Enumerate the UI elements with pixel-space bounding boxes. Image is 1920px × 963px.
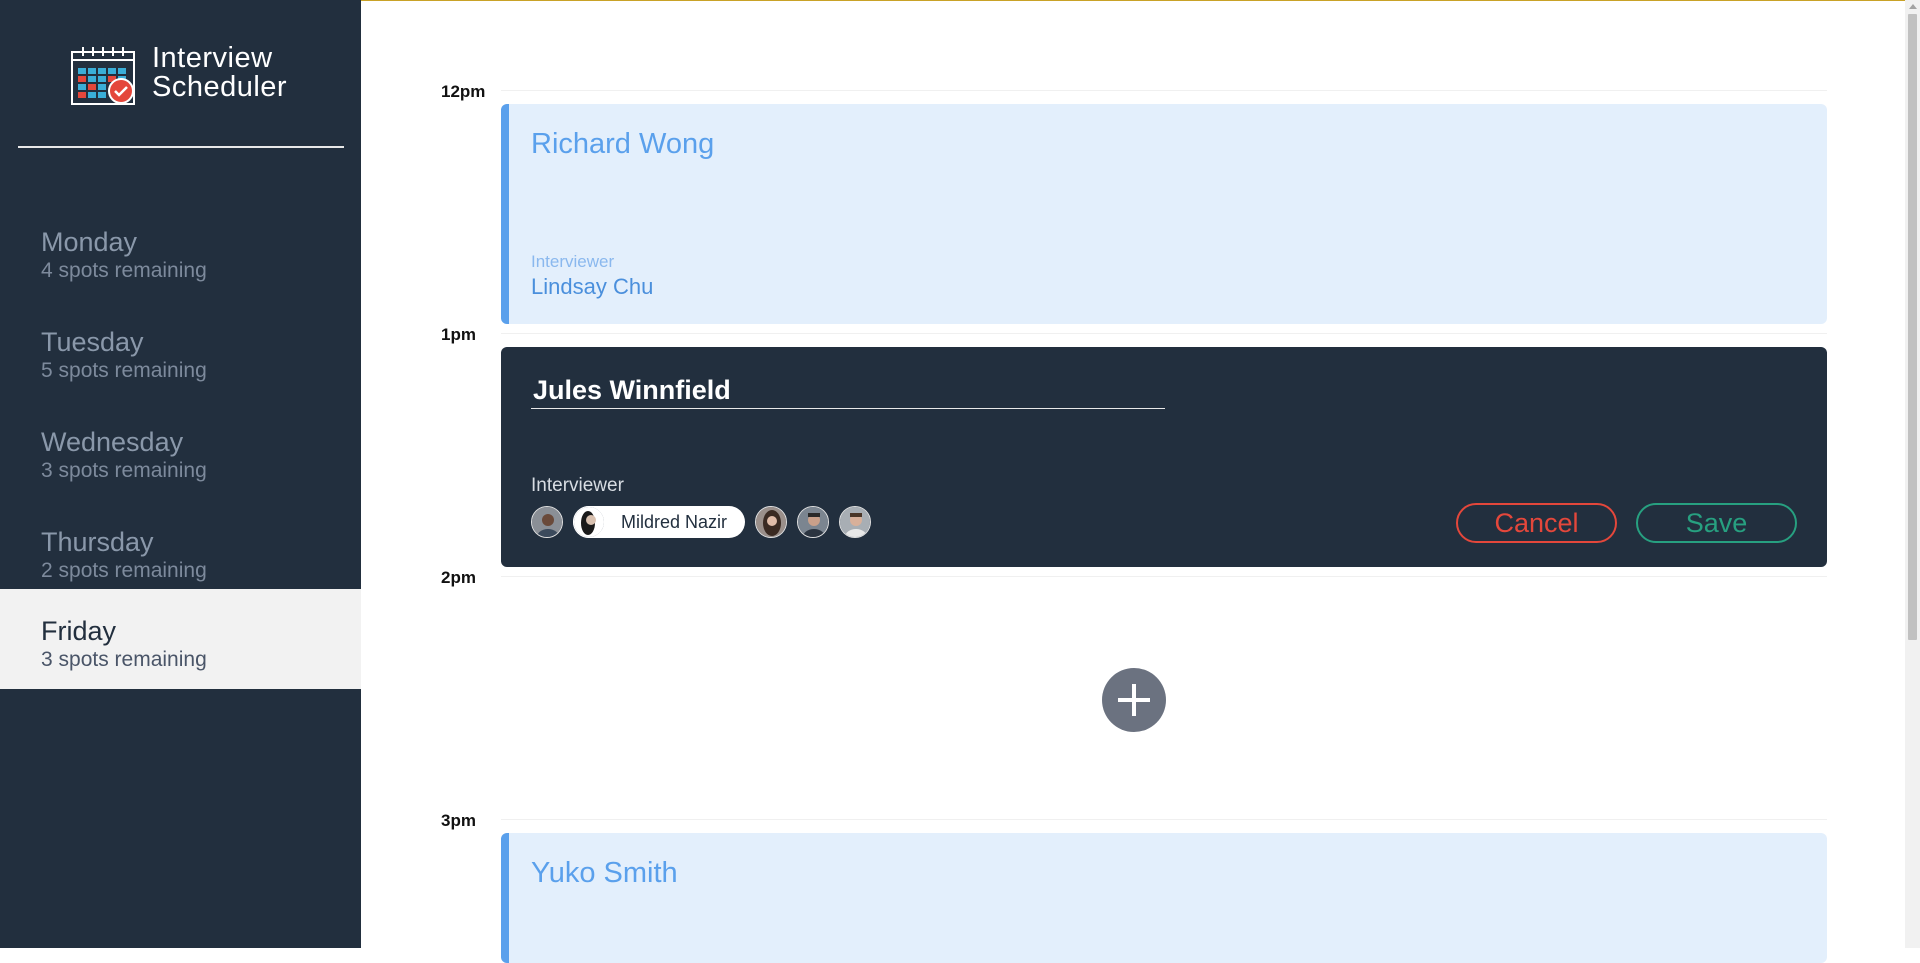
slot-divider [501, 90, 1827, 91]
interviewer-avatar[interactable] [755, 506, 788, 538]
student-name: Yuko Smith [531, 857, 678, 889]
day-spots: 4 spots remaining [41, 259, 207, 282]
scrollbar[interactable] [1905, 0, 1920, 948]
day-item-friday[interactable]: Friday 3 spots remaining [0, 589, 361, 689]
scroll-up-arrow-icon[interactable] [1909, 4, 1917, 9]
app-title-line1: Interview [152, 42, 273, 74]
day-spots: 5 spots remaining [41, 359, 207, 382]
day-name: Thursday [41, 527, 154, 557]
interviewer-name: Lindsay Chu [531, 274, 654, 299]
schedule: 12pm Richard Wong Interviewer Lindsay Ch… [361, 0, 1920, 963]
day-spots: 3 spots remaining [41, 459, 207, 482]
person-icon [756, 507, 787, 537]
day-item-monday[interactable]: Monday 4 spots remaining [0, 200, 361, 300]
interviewer-label: Interviewer [531, 475, 624, 496]
slot-divider [501, 576, 1827, 577]
day-item-thursday[interactable]: Thursday 2 spots remaining [0, 500, 361, 600]
person-icon [798, 507, 829, 537]
app-title-line2: Scheduler [152, 71, 288, 103]
calendar-check-icon [71, 47, 135, 105]
appointment-card[interactable]: Richard Wong Interviewer Lindsay Chu [501, 104, 1827, 324]
time-label: 12pm [441, 82, 486, 101]
scrollbar-thumb[interactable] [1908, 14, 1917, 640]
interviewer-avatar[interactable] [797, 506, 830, 538]
app-title: Interview Scheduler [152, 44, 287, 102]
person-icon [840, 507, 871, 537]
person-icon [532, 507, 562, 537]
interviewer-avatar[interactable] [839, 506, 872, 538]
time-label: 3pm [441, 811, 476, 830]
interviewer-selected[interactable]: Mildred Nazir [573, 506, 746, 538]
day-spots: 3 spots remaining [41, 648, 207, 671]
slot-divider [501, 819, 1827, 820]
time-label: 1pm [441, 325, 476, 344]
interviewer-label: Interviewer [531, 252, 615, 271]
interviewer-list: Mildred Nazir [531, 505, 881, 539]
interviewer-avatar[interactable] [531, 506, 563, 538]
person-icon [574, 507, 604, 537]
sidebar: Interview Scheduler Monday 4 spots remai… [0, 0, 361, 948]
day-name: Tuesday [41, 327, 144, 357]
day-item-wednesday[interactable]: Wednesday 3 spots remaining [0, 400, 361, 500]
appointment-card[interactable]: Yuko Smith [501, 833, 1827, 963]
cancel-button[interactable]: Cancel [1456, 503, 1617, 543]
day-item-tuesday[interactable]: Tuesday 5 spots remaining [0, 300, 361, 400]
student-name: Richard Wong [531, 128, 715, 160]
day-spots: 2 spots remaining [41, 559, 207, 582]
interviewer-avatar [573, 506, 605, 538]
day-name: Friday [41, 616, 117, 646]
plus-icon [1132, 684, 1136, 716]
slot-divider [501, 333, 1827, 334]
add-appointment-button[interactable] [1102, 668, 1166, 732]
day-name: Wednesday [41, 427, 184, 457]
appointment-form: Interviewer Mildred Nazir Cancel Save [501, 347, 1827, 567]
interviewer-selected-name: Mildred Nazir [621, 511, 728, 532]
time-label: 2pm [441, 568, 476, 587]
student-name-input[interactable] [531, 373, 1165, 409]
day-name: Monday [41, 227, 138, 257]
save-button[interactable]: Save [1636, 503, 1797, 543]
sidebar-divider [18, 146, 344, 148]
